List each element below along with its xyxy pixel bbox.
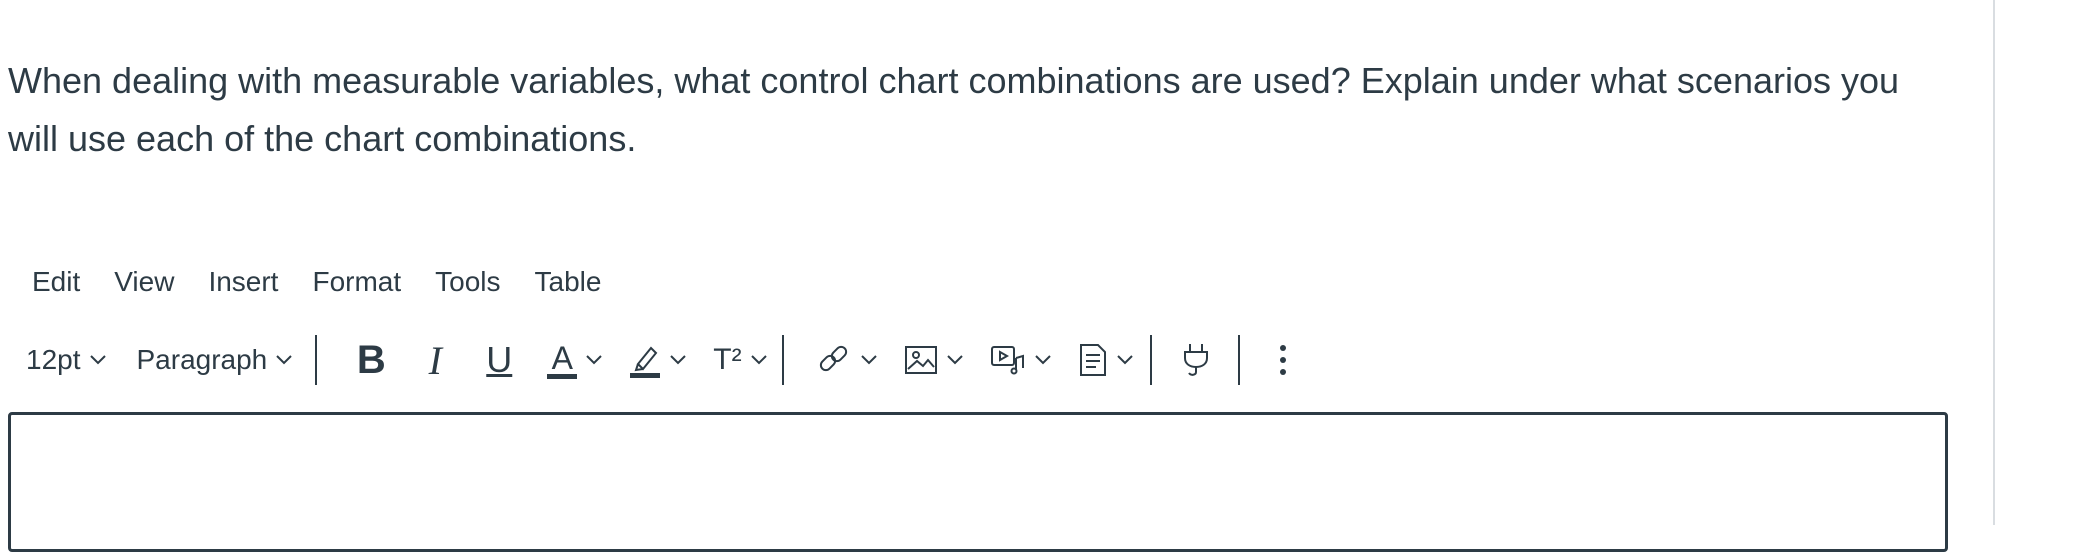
image-icon (904, 346, 937, 374)
chevron-down-icon (89, 355, 106, 365)
apps-plugin-button[interactable] (1180, 332, 1212, 388)
font-size-dropdown[interactable]: 12pt (26, 332, 107, 388)
link-icon (819, 345, 847, 372)
menu-insert[interactable]: Insert (208, 266, 278, 298)
chevron-down-icon (586, 355, 602, 365)
rich-text-editor-area[interactable] (8, 412, 1948, 552)
editor-toolbar: 12pt Paragraph B I U A T² (26, 332, 1288, 388)
toolbar-separator (781, 335, 784, 385)
document-button[interactable] (1078, 332, 1134, 388)
toolbar-separator (315, 335, 318, 385)
underline-button[interactable]: U (467, 332, 531, 388)
menu-view[interactable]: View (114, 266, 174, 298)
chevron-down-icon (1034, 355, 1051, 365)
underline-label: U (486, 339, 513, 380)
more-options-button[interactable] (1278, 332, 1288, 388)
scroll-divider (1993, 0, 1995, 525)
italic-label: I (428, 337, 442, 383)
italic-button[interactable]: I (403, 332, 467, 388)
toolbar-separator (1237, 335, 1240, 385)
font-size-value: 12pt (26, 344, 81, 375)
text-color-label: A (551, 339, 573, 376)
plug-icon (1183, 344, 1208, 376)
block-format-value: Paragraph (136, 344, 268, 375)
menu-edit[interactable]: Edit (32, 266, 80, 298)
menu-tools[interactable]: Tools (435, 266, 500, 298)
highlight-color-button[interactable] (629, 332, 687, 388)
toolbar-separator (1149, 335, 1152, 385)
menu-table[interactable]: Table (535, 266, 602, 298)
editor-menubar: Edit View Insert Format Tools Table (32, 262, 635, 302)
chevron-down-icon (276, 355, 292, 365)
superscript-button[interactable]: T² (713, 332, 767, 388)
chevron-down-icon (750, 355, 767, 365)
block-format-dropdown[interactable]: Paragraph (137, 332, 294, 388)
image-button[interactable] (904, 332, 964, 388)
more-options-icon (1279, 345, 1286, 375)
menu-format[interactable]: Format (312, 266, 401, 298)
chevron-down-icon (946, 355, 963, 365)
text-color-button[interactable]: A (547, 332, 603, 388)
bold-label: B (356, 337, 386, 382)
highlighter-icon (630, 346, 661, 378)
chevron-down-icon (1116, 355, 1133, 365)
bold-button[interactable]: B (339, 332, 403, 388)
media-icon (990, 346, 1024, 375)
document-icon (1079, 344, 1106, 376)
media-button[interactable] (990, 332, 1052, 388)
chevron-down-icon (860, 355, 877, 365)
chevron-down-icon (670, 355, 686, 365)
superscript-label: T² (713, 343, 742, 376)
text-color-icon: A (547, 339, 578, 379)
question-text: When dealing with measurable variables, … (8, 60, 1900, 159)
link-button[interactable] (816, 332, 878, 388)
